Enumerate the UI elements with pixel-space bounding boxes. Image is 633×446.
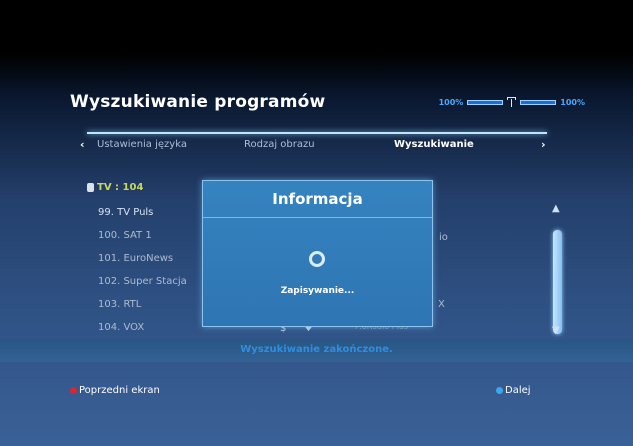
list-item[interactable]: 103. RTL (98, 299, 141, 310)
tv-icon (87, 183, 94, 192)
dialog-message: Zapisywanie... (280, 286, 355, 296)
dialog-header: Informacja (203, 181, 432, 218)
tv-count-label: TV : 104 (97, 182, 144, 193)
list-item-fragment: X (438, 299, 445, 310)
list-item[interactable]: 99. TV Puls (98, 207, 153, 218)
list-item[interactable]: 104. VOX (98, 322, 144, 333)
signal-left-meter (467, 99, 504, 105)
tab-highlight-line (87, 132, 547, 134)
tab-prev-arrow-icon[interactable]: ‹ (80, 138, 85, 151)
next-button[interactable]: Dalej (496, 385, 531, 396)
tv-screen: Wyszukiwanie programów 100% 100% ‹ Ustaw… (0, 0, 633, 446)
status-bar: Wyszukiwanie zakończone. (0, 340, 633, 362)
signal-left-value: 100% (438, 97, 464, 107)
dialog-title: Informacja (272, 190, 363, 208)
back-button-label: Poprzedni ekran (79, 385, 160, 396)
list-item[interactable]: 101. EuroNews (98, 253, 173, 264)
tab-search[interactable]: Wyszukiwanie (394, 139, 474, 150)
tab-bar: ‹ Ustawienia języka Rodzaj obrazu Wyszuk… (78, 137, 552, 159)
loading-spinner-icon (309, 251, 325, 267)
info-dialog: Informacja Zapisywanie... (202, 180, 433, 327)
tab-picture-type[interactable]: Rodzaj obrazu (244, 139, 315, 150)
tab-next-arrow-icon[interactable]: › (541, 138, 546, 151)
list-item[interactable]: 100. SAT 1 (98, 230, 152, 241)
list-item[interactable]: 102. Super Stacja (98, 276, 187, 287)
scroll-up-icon[interactable]: ▲ (552, 203, 560, 214)
scroll-down-icon[interactable]: ▼ (552, 325, 560, 336)
page-title: Wyszukiwanie programów (70, 92, 326, 112)
status-text: Wyszukiwanie zakończone. (240, 344, 393, 355)
signal-right-meter (520, 99, 557, 105)
antenna-icon (507, 97, 517, 107)
scrollbar[interactable] (553, 230, 562, 334)
signal-indicator: 100% 100% (439, 97, 585, 107)
red-button-icon (70, 387, 77, 394)
footer-bar: Poprzedni ekran Dalej (70, 385, 550, 401)
tab-language-settings[interactable]: Ustawienia języka (97, 139, 187, 150)
signal-right-value: 100% (560, 97, 585, 107)
blue-button-icon (496, 387, 503, 394)
tv-count-header: TV : 104 (87, 182, 143, 193)
next-button-label: Dalej (505, 385, 531, 396)
back-button[interactable]: Poprzedni ekran (70, 385, 160, 396)
list-item-fragment: io (439, 232, 448, 243)
